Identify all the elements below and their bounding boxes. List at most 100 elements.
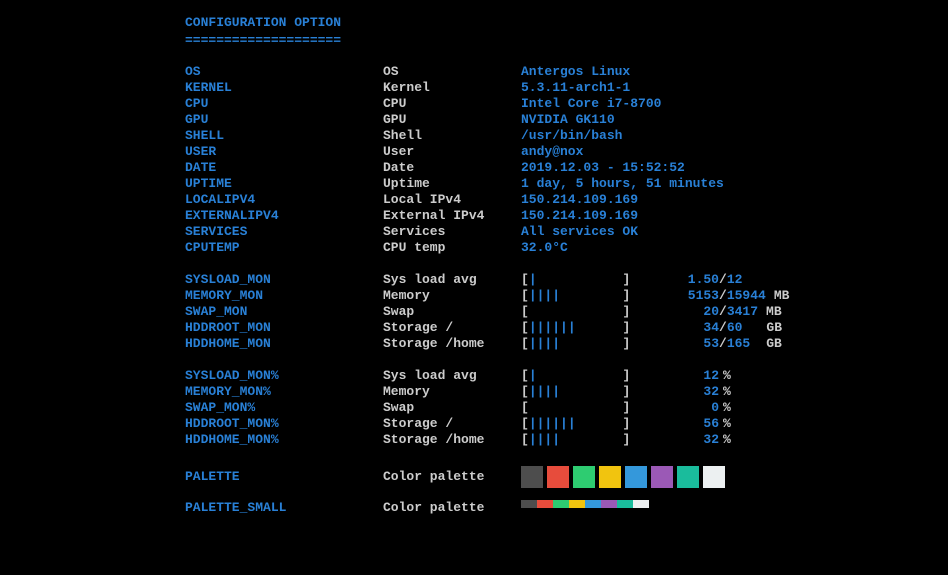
value: 150.214.109.169 xyxy=(521,208,638,224)
color-swatch-small xyxy=(617,500,633,508)
used-value: 53 xyxy=(671,336,719,352)
label: Storage / xyxy=(383,416,521,432)
color-palette-small xyxy=(521,500,649,516)
label: Date xyxy=(383,160,521,176)
key: SWAP_MON xyxy=(185,304,383,320)
label: User xyxy=(383,144,521,160)
label: Uptime xyxy=(383,176,521,192)
label: Storage /home xyxy=(383,432,521,448)
pct-sign: % xyxy=(719,400,731,416)
unit: MB xyxy=(766,288,790,304)
color-swatch xyxy=(547,466,569,488)
row-kernel: KERNEL Kernel 5.3.11-arch1-1 xyxy=(185,80,948,96)
label: Storage / xyxy=(383,320,521,336)
row-cpu: CPU CPU Intel Core i7-8700 xyxy=(185,96,948,112)
used-value: 20 xyxy=(671,304,719,320)
row-swap-pct: SWAP_MON% Swap [ ] 0% xyxy=(185,400,948,416)
key: GPU xyxy=(185,112,383,128)
row-swap-mon: SWAP_MON Swap [ ] 20/3417MB xyxy=(185,304,948,320)
key: SHELL xyxy=(185,128,383,144)
progress-bar: [|||| ] xyxy=(521,384,671,400)
progress-bar: [|||| ] xyxy=(521,288,671,304)
row-hddhome-pct: HDDHOME_MON% Storage /home [|||| ] 32% xyxy=(185,432,948,448)
total-value: 15944 xyxy=(727,288,766,304)
color-swatch-small xyxy=(537,500,553,508)
color-swatch xyxy=(573,466,595,488)
key: PALETTE xyxy=(185,469,383,485)
color-swatch xyxy=(677,466,699,488)
header-underline: ==================== xyxy=(185,33,948,48)
key: LOCALIPV4 xyxy=(185,192,383,208)
slash: / xyxy=(719,336,727,352)
pct-value: 56 xyxy=(671,416,719,432)
used-value: 1.50 xyxy=(671,272,719,288)
row-palette: PALETTE Color palette xyxy=(185,464,948,490)
value: 1 day, 5 hours, 51 minutes xyxy=(521,176,724,192)
row-gpu: GPU GPU NVIDIA GK110 xyxy=(185,112,948,128)
progress-bar: [| ] xyxy=(521,368,671,384)
row-cputemp: CPUTEMP CPU temp 32.0°C xyxy=(185,240,948,256)
used-value: 34 xyxy=(671,320,719,336)
value: 150.214.109.169 xyxy=(521,192,638,208)
value: 5.3.11-arch1-1 xyxy=(521,80,630,96)
label: Kernel xyxy=(383,80,521,96)
key: SYSLOAD_MON% xyxy=(185,368,383,384)
color-palette xyxy=(521,466,725,488)
label: Services xyxy=(383,224,521,240)
slash: / xyxy=(719,304,727,320)
color-swatch xyxy=(599,466,621,488)
row-user: USER User andy@nox xyxy=(185,144,948,160)
slash: / xyxy=(719,288,727,304)
total-value: 3417 xyxy=(727,304,758,320)
row-hddroot-mon: HDDROOT_MON Storage / [|||||| ] 34/60GB xyxy=(185,320,948,336)
row-memory-pct: MEMORY_MON% Memory [|||| ] 32% xyxy=(185,384,948,400)
key: CPU xyxy=(185,96,383,112)
label: Swap xyxy=(383,304,521,320)
slash: / xyxy=(719,272,727,288)
label: Shell xyxy=(383,128,521,144)
value: /usr/bin/bash xyxy=(521,128,622,144)
total-value: 60 xyxy=(727,320,743,336)
key: KERNEL xyxy=(185,80,383,96)
key: DATE xyxy=(185,160,383,176)
value: All services OK xyxy=(521,224,638,240)
row-hddhome-mon: HDDHOME_MON Storage /home [|||| ] 53/165… xyxy=(185,336,948,352)
progress-bar: [|||||| ] xyxy=(521,320,671,336)
label: CPU temp xyxy=(383,240,521,256)
terminal-output: CONFIGURATION OPTION ===================… xyxy=(0,0,948,516)
unit: GB xyxy=(742,320,782,336)
progress-bar: [ ] xyxy=(521,400,671,416)
color-swatch-small xyxy=(569,500,585,508)
progress-bar: [|||| ] xyxy=(521,336,671,352)
progress-bar: [| ] xyxy=(521,272,671,288)
label: Color palette xyxy=(383,500,521,516)
key: USER xyxy=(185,144,383,160)
label: Memory xyxy=(383,384,521,400)
label: Color palette xyxy=(383,469,521,485)
label: External IPv4 xyxy=(383,208,521,224)
label: Swap xyxy=(383,400,521,416)
color-swatch-small xyxy=(521,500,537,508)
header-title: CONFIGURATION OPTION xyxy=(185,15,948,30)
label: Local IPv4 xyxy=(383,192,521,208)
label: CPU xyxy=(383,96,521,112)
pct-value: 32 xyxy=(671,384,719,400)
pct-value: 0 xyxy=(671,400,719,416)
key: HDDHOME_MON xyxy=(185,336,383,352)
label: Sys load avg xyxy=(383,368,521,384)
pct-value: 12 xyxy=(671,368,719,384)
row-memory-mon: MEMORY_MON Memory [|||| ] 5153/15944MB xyxy=(185,288,948,304)
total-value: 165 xyxy=(727,336,750,352)
key: EXTERNALIPV4 xyxy=(185,208,383,224)
color-swatch-small xyxy=(553,500,569,508)
row-os: OS OS Antergos Linux xyxy=(185,64,948,80)
value: 2019.12.03 - 15:52:52 xyxy=(521,160,685,176)
key: SYSLOAD_MON xyxy=(185,272,383,288)
key: UPTIME xyxy=(185,176,383,192)
pct-value: 32 xyxy=(671,432,719,448)
key: HDDHOME_MON% xyxy=(185,432,383,448)
color-swatch xyxy=(625,466,647,488)
row-uptime: UPTIME Uptime 1 day, 5 hours, 51 minutes xyxy=(185,176,948,192)
pct-sign: % xyxy=(719,416,731,432)
row-sysload-mon: SYSLOAD_MON Sys load avg [| ] 1.50/12 xyxy=(185,272,948,288)
